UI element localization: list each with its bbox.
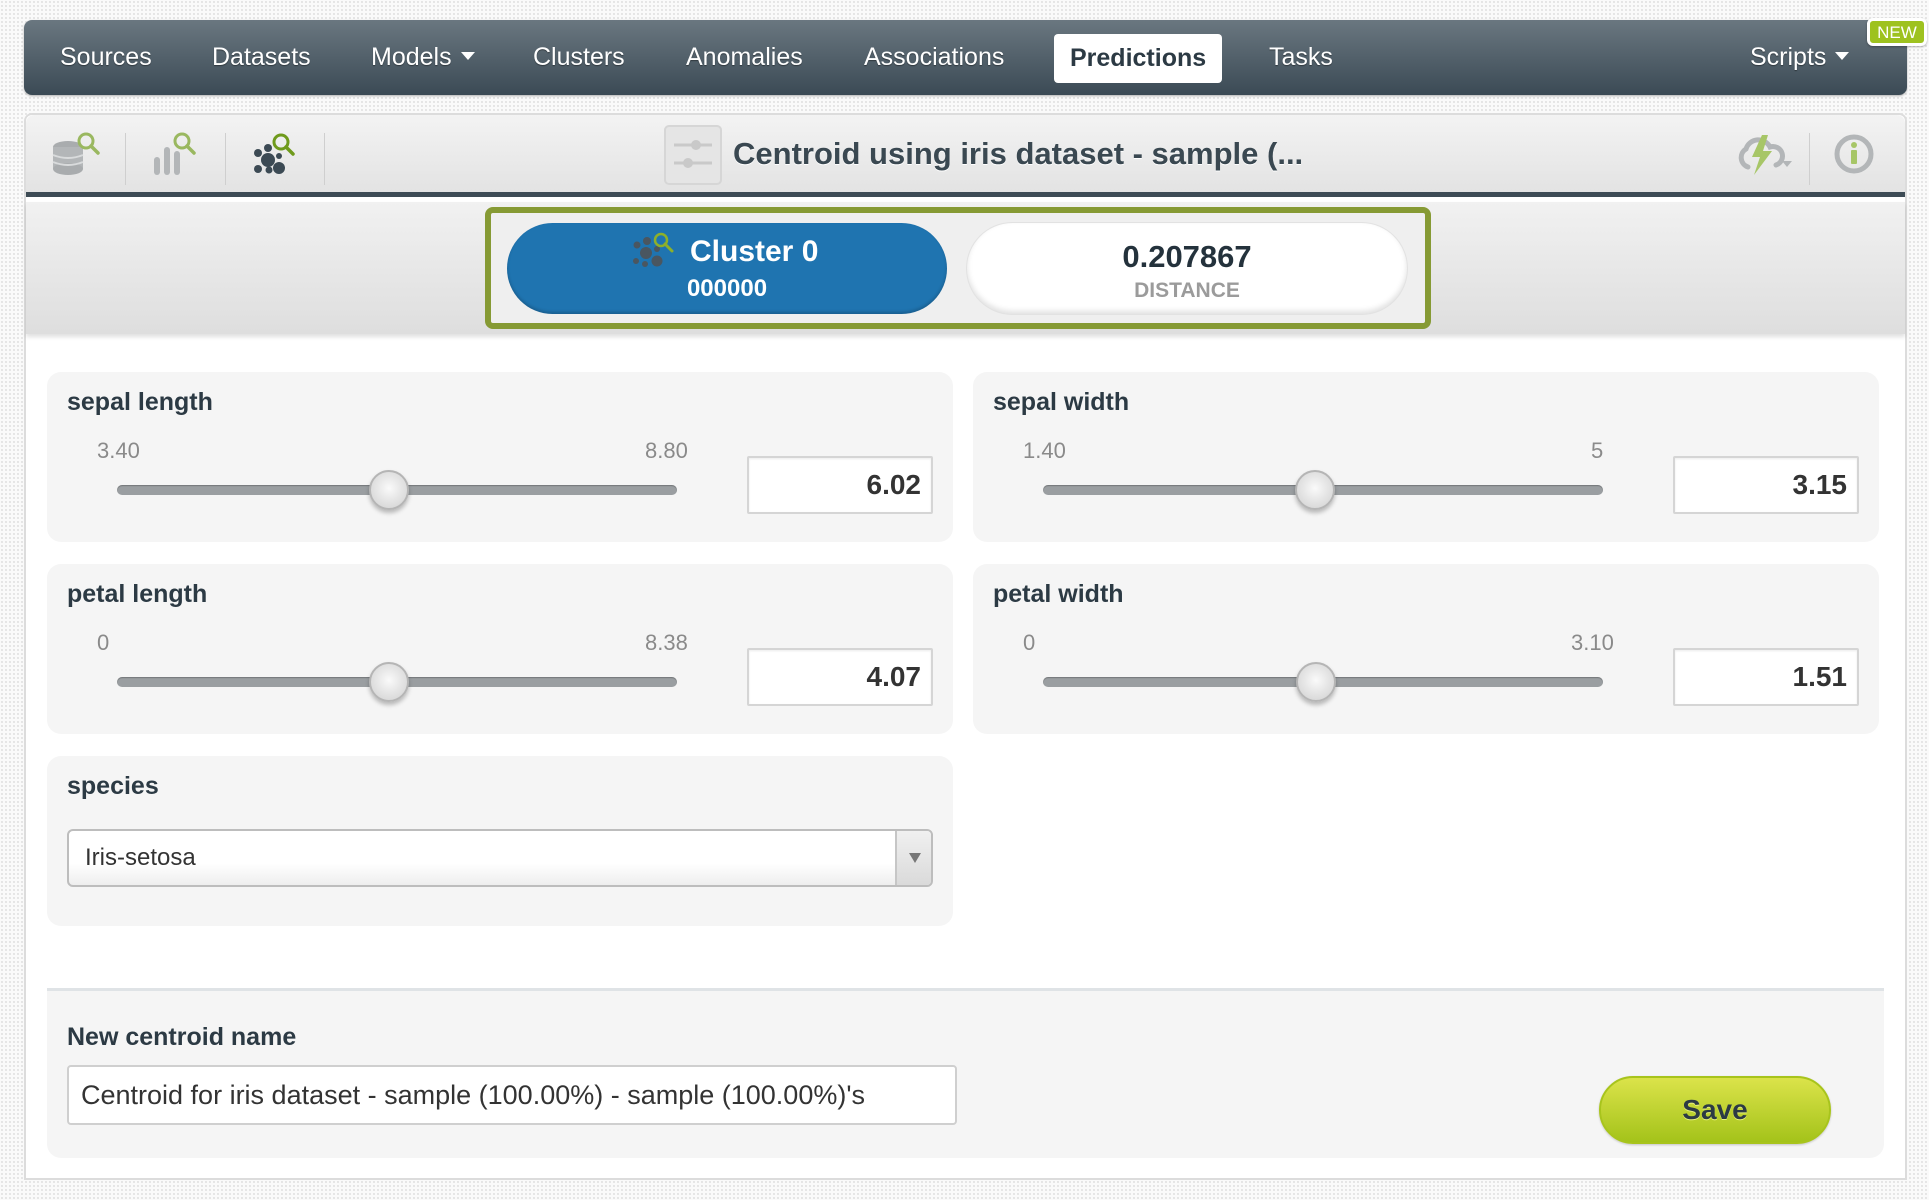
new-badge: NEW	[1867, 18, 1927, 46]
chevron-down-icon	[1835, 52, 1850, 61]
nav-label: Predictions	[1070, 44, 1207, 72]
value-slider[interactable]	[117, 470, 677, 510]
cloud-lightning-icon[interactable]	[1732, 129, 1802, 181]
field-label: sepal length	[67, 388, 213, 416]
range-min: 3.40	[97, 438, 140, 463]
nav-item-clusters[interactable]: Clusters	[533, 20, 625, 95]
range-min: 0	[97, 630, 110, 655]
nav-item-associations[interactable]: Associations	[864, 20, 1004, 95]
cluster-icon	[631, 231, 681, 273]
range-max: 5	[1591, 438, 1604, 463]
nav-label: Associations	[864, 43, 1005, 71]
nav-label: Sources	[60, 43, 152, 71]
range-min: 0	[1023, 630, 1036, 655]
field-card-sepal-width: sepal width 1.40 5	[973, 372, 1879, 542]
value-input[interactable]	[747, 648, 933, 706]
nav-label: Models	[371, 43, 452, 71]
value-slider[interactable]	[117, 662, 677, 702]
cluster-id: 000000	[686, 275, 768, 302]
toolbar-divider	[324, 133, 325, 185]
value-input[interactable]	[1673, 456, 1859, 514]
field-card-sepal-length: sepal length 3.40 8.80	[47, 372, 953, 542]
info-icon[interactable]	[1834, 129, 1884, 181]
save-button[interactable]: Save	[1599, 1076, 1831, 1144]
toolbar-divider	[225, 133, 226, 185]
field-card-petal-length: petal length 0 8.38	[47, 564, 953, 734]
toolbar-divider	[125, 133, 126, 185]
model-search-icon[interactable]	[148, 129, 204, 181]
value-input[interactable]	[1673, 648, 1859, 706]
range-min: 1.40	[1023, 438, 1066, 463]
distance-box: 0.207867 DISTANCE	[967, 223, 1407, 314]
toolbar: Centroid using iris dataset - sample (..…	[26, 115, 1905, 197]
field-card-species: species Iris-setosa	[47, 756, 953, 926]
nav-item-predictions[interactable]: Predictions	[1054, 34, 1223, 83]
nav-label: Tasks	[1269, 43, 1333, 71]
field-label: species	[67, 772, 159, 800]
slider-thumb[interactable]	[1295, 470, 1336, 510]
nav-item-models[interactable]: Models	[371, 20, 475, 95]
nav-item-anomalies[interactable]: Anomalies	[686, 20, 803, 95]
field-label: petal length	[67, 580, 208, 608]
cluster-search-icon[interactable]	[248, 129, 304, 181]
dataset-search-icon[interactable]	[48, 129, 104, 181]
range-max: 8.38	[645, 630, 688, 655]
slider-thumb[interactable]	[1295, 662, 1336, 702]
species-select[interactable]: Iris-setosa	[67, 829, 933, 887]
select-value: Iris-setosa	[85, 844, 196, 871]
top-nav-bar: Sources Datasets Models Clusters Anomali…	[24, 18, 1927, 95]
nav-item-tasks[interactable]: Tasks	[1269, 20, 1333, 95]
field-label: sepal width	[993, 388, 1130, 416]
nav-label: Datasets	[212, 43, 311, 71]
nav-item-datasets[interactable]: Datasets	[212, 20, 311, 95]
nav-item-scripts[interactable]: Scripts	[1750, 20, 1850, 95]
field-label: petal width	[993, 580, 1124, 608]
cluster-result-button[interactable]: Cluster 0 000000	[507, 223, 947, 314]
value-input[interactable]	[747, 456, 933, 514]
chevron-down-icon	[460, 52, 475, 61]
nav-label: Anomalies	[686, 43, 803, 71]
centroid-sliders-icon	[664, 125, 722, 185]
main-panel: Centroid using iris dataset - sample (..…	[24, 113, 1907, 1180]
range-max: 3.10	[1571, 630, 1614, 655]
distance-label: DISTANCE	[1134, 279, 1240, 302]
nav-item-sources[interactable]: Sources	[60, 20, 152, 95]
value-slider[interactable]	[1043, 662, 1603, 702]
nav-label: Clusters	[533, 43, 625, 71]
nav-label: Scripts	[1750, 43, 1827, 71]
slider-thumb[interactable]	[368, 662, 409, 702]
prediction-result-banner: Cluster 0 000000 0.207867 DISTANCE	[26, 202, 1905, 334]
chevron-down-icon[interactable]	[895, 831, 931, 885]
result-frame: Cluster 0 000000 0.207867 DISTANCE	[485, 207, 1431, 329]
centroid-name-label: New centroid name	[67, 1023, 297, 1051]
centroid-name-input[interactable]	[67, 1065, 957, 1125]
save-centroid-form: New centroid name Save	[47, 988, 1884, 1158]
field-card-petal-width: petal width 0 3.10	[973, 564, 1879, 734]
range-max: 8.80	[645, 438, 688, 463]
value-slider[interactable]	[1043, 470, 1603, 510]
page-title: Centroid using iris dataset - sample (..…	[733, 136, 1304, 171]
cluster-name: Cluster 0	[690, 235, 819, 268]
toolbar-divider	[1809, 133, 1810, 185]
slider-thumb[interactable]	[368, 470, 409, 510]
distance-value: 0.207867	[1122, 239, 1252, 274]
